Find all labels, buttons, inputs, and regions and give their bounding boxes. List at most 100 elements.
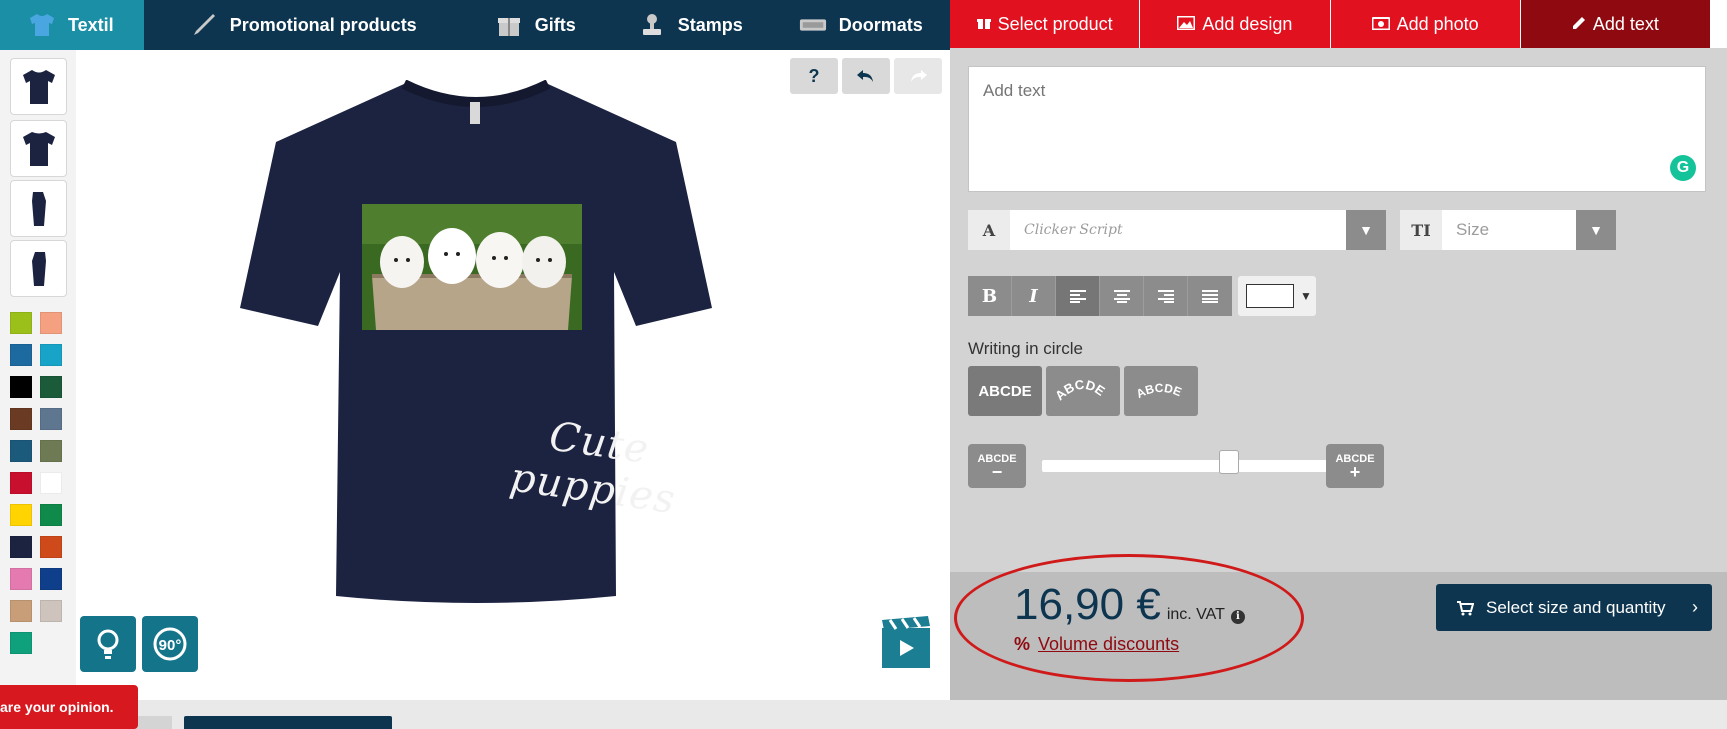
color-swatch[interactable] <box>10 632 32 654</box>
color-swatch[interactable] <box>40 600 62 622</box>
redo-button[interactable] <box>894 58 942 94</box>
text-input[interactable] <box>968 66 1706 192</box>
tab-add-photo[interactable]: Add photo <box>1330 0 1521 48</box>
tab-label: Add text <box>1592 13 1659 34</box>
slider-thumb[interactable] <box>1219 450 1240 474</box>
color-preview <box>1246 284 1294 308</box>
size-select[interactable]: TI Size ▼ <box>1400 210 1616 250</box>
nav-item-stamps[interactable]: Stamps <box>638 0 743 50</box>
color-swatch[interactable] <box>40 376 62 398</box>
color-swatch[interactable] <box>40 344 62 366</box>
color-swatch[interactable] <box>10 600 32 622</box>
tab-label: Add photo <box>1396 13 1479 34</box>
select-size-quantity-button[interactable]: Select size and quantity › <box>1436 584 1712 631</box>
align-right-button[interactable] <box>1144 276 1188 316</box>
help-button[interactable]: ? <box>790 58 838 94</box>
volume-discounts-link[interactable]: Volume discounts <box>1038 634 1179 655</box>
color-swatch[interactable] <box>40 408 62 430</box>
text-editor-panel: G A Clicker Script ▼ TI Size ▼ B I ▼ Wri… <box>950 48 1727 700</box>
tshirt-back-icon <box>22 131 55 166</box>
arc-up-preview: ABCDE <box>1052 377 1108 404</box>
info-icon[interactable]: i <box>1230 609 1245 624</box>
pencil-icon <box>1572 14 1586 35</box>
design-canvas: ? Cute puppies 90° <box>76 50 950 700</box>
color-swatch[interactable] <box>10 472 32 494</box>
nav-item-textil[interactable]: Textil <box>0 0 144 50</box>
chevron-right-icon: › <box>1692 597 1698 617</box>
color-swatch[interactable] <box>40 312 62 334</box>
color-swatch[interactable] <box>10 312 32 334</box>
color-swatch[interactable] <box>10 376 32 398</box>
color-swatch[interactable] <box>40 472 62 494</box>
tab-label: Add design <box>1202 13 1293 34</box>
font-select[interactable]: A Clicker Script ▼ <box>968 210 1386 250</box>
plus-icon: + <box>1349 462 1361 482</box>
svg-text:90°: 90° <box>159 637 182 654</box>
video-tutorial-button[interactable] <box>880 616 932 670</box>
undo-button[interactable] <box>842 58 890 94</box>
tab-add-text[interactable]: Add text <box>1520 0 1710 57</box>
nav-item-label: Gifts <box>534 14 576 35</box>
rotate-90-button[interactable]: 90° <box>142 616 198 672</box>
pen-icon <box>190 11 218 39</box>
chevron-down-icon[interactable]: ▼ <box>1346 210 1386 250</box>
view-thumb-right[interactable] <box>10 240 67 297</box>
image-icon <box>1176 14 1196 35</box>
color-swatch[interactable] <box>40 504 62 526</box>
color-swatch[interactable] <box>10 536 32 558</box>
arc-down-button[interactable]: ABCDE <box>1124 366 1198 416</box>
puppies-photo[interactable] <box>362 204 582 330</box>
tab-add-design[interactable]: Add design <box>1140 0 1331 48</box>
tshirt-right-sleeve-icon <box>31 251 46 286</box>
product-sidebar <box>0 50 76 700</box>
color-swatch[interactable] <box>40 568 62 590</box>
step-tabs: Select product Add design Add photo Add … <box>950 0 1710 57</box>
tab-select-product[interactable]: Select product <box>950 0 1141 48</box>
nav-item-label: Stamps <box>677 14 743 35</box>
feedback-button[interactable]: are your opinion. <box>0 685 138 729</box>
color-swatch[interactable] <box>40 536 62 558</box>
arc-straight-button[interactable]: ABCDE <box>968 366 1042 416</box>
lightbulb-icon <box>97 629 119 659</box>
color-swatch[interactable] <box>10 344 32 366</box>
view-thumb-back[interactable] <box>10 120 67 177</box>
view-thumb-left[interactable] <box>10 180 67 237</box>
bold-button[interactable]: B <box>968 276 1012 316</box>
arc-up-button[interactable]: ABCDE <box>1046 366 1120 416</box>
cart-icon <box>1457 600 1474 615</box>
bold-label: B <box>981 285 998 307</box>
svg-text:ABCDE: ABCDE <box>1134 381 1184 401</box>
view-thumb-front[interactable] <box>10 58 67 115</box>
align-justify-button[interactable] <box>1188 276 1232 316</box>
percent-icon: % <box>1014 634 1031 654</box>
color-swatch[interactable] <box>10 408 32 430</box>
tips-button[interactable] <box>80 616 136 672</box>
cta-label: Select size and quantity <box>1486 597 1666 617</box>
tshirt-icon <box>28 11 56 39</box>
letter-spacing-decrease-button[interactable]: ABCDE − <box>968 444 1026 488</box>
doormat-icon <box>799 11 827 39</box>
align-left-button[interactable] <box>1056 276 1100 316</box>
letter-spacing-increase-button[interactable]: ABCDE + <box>1326 444 1384 488</box>
nav-item-gifts[interactable]: Gifts <box>495 0 576 50</box>
chevron-down-icon[interactable]: ▼ <box>1576 210 1616 250</box>
color-swatch[interactable] <box>10 440 32 462</box>
align-center-button[interactable] <box>1100 276 1144 316</box>
color-swatch[interactable] <box>40 440 62 462</box>
italic-button[interactable]: I <box>1012 276 1056 316</box>
font-label: A <box>968 210 1010 250</box>
text-color-picker[interactable]: ▼ <box>1238 276 1316 316</box>
nav-item-promotional-products[interactable]: Promotional products <box>190 0 417 50</box>
grammarly-icon[interactable]: G <box>1670 155 1696 181</box>
size-placeholder: Size <box>1456 220 1490 239</box>
tshirt-front-icon <box>22 69 55 104</box>
letter-spacing-slider[interactable] <box>1042 460 1354 472</box>
nav-item-label: Textil <box>68 14 114 35</box>
color-swatch[interactable] <box>10 568 32 590</box>
color-swatch[interactable] <box>10 504 32 526</box>
bottom-tab-gray[interactable] <box>132 716 172 729</box>
bottom-tab-navy[interactable] <box>184 716 392 729</box>
nav-item-label: Doormats <box>838 14 923 35</box>
nav-item-doormats[interactable]: Doormats <box>799 0 923 50</box>
label-tag <box>470 102 480 124</box>
